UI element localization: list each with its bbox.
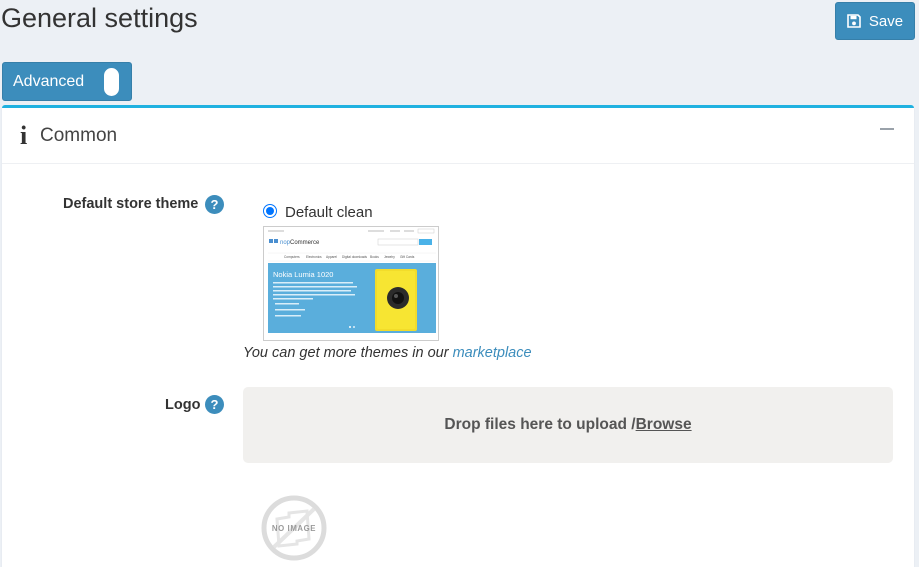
logo-dropzone[interactable]: Drop files here to upload / Browse bbox=[243, 387, 893, 463]
advanced-toggle[interactable]: Advanced bbox=[2, 62, 132, 101]
svg-text:Apparel: Apparel bbox=[326, 255, 337, 259]
svg-text:Gift Cards: Gift Cards bbox=[400, 255, 415, 259]
panel-header[interactable]: i Common bbox=[2, 108, 914, 164]
themes-note: You can get more themes in our marketpla… bbox=[243, 345, 532, 361]
question-icon[interactable]: ? bbox=[205, 195, 224, 214]
info-icon: i bbox=[20, 120, 28, 150]
themes-note-text: You can get more themes in our bbox=[243, 345, 453, 361]
svg-text:Electronics: Electronics bbox=[306, 255, 322, 259]
theme-radio-default-clean[interactable] bbox=[263, 204, 277, 218]
logo-label: Logo bbox=[165, 397, 201, 413]
preview-banner-title: Nokia Lumia 1020 bbox=[273, 270, 333, 279]
page-title: General settings bbox=[1, 3, 198, 33]
marketplace-link[interactable]: marketplace bbox=[453, 345, 532, 361]
minus-icon[interactable] bbox=[880, 128, 894, 130]
svg-text:Computers: Computers bbox=[284, 255, 300, 259]
floppy-disk-icon bbox=[847, 14, 861, 28]
browse-link[interactable]: Browse bbox=[636, 416, 692, 434]
no-image-text: NO IMAGE bbox=[272, 524, 316, 533]
save-button-label: Save bbox=[868, 12, 904, 30]
theme-option-label[interactable]: Default clean bbox=[285, 204, 373, 221]
save-button[interactable]: Save bbox=[835, 2, 915, 40]
question-icon[interactable]: ? bbox=[205, 395, 224, 414]
advanced-toggle-label: Advanced bbox=[13, 72, 85, 90]
no-image-icon: NO IMAGE bbox=[261, 495, 327, 561]
dropzone-text: Drop files here to upload / bbox=[444, 416, 636, 433]
svg-text:Jewelry: Jewelry bbox=[384, 255, 395, 259]
theme-preview-image: nopCommerce Computers Electronics Appare… bbox=[263, 226, 439, 341]
toggle-knob bbox=[104, 68, 119, 96]
common-panel: i Common Default store theme ? Default c… bbox=[2, 105, 914, 567]
panel-title: Common bbox=[40, 124, 118, 146]
preview-logo-text: nopCommerce bbox=[280, 240, 320, 246]
svg-text:Digital downloads: Digital downloads bbox=[342, 255, 367, 259]
svg-text:Books: Books bbox=[370, 255, 379, 259]
default-store-theme-label: Default store theme bbox=[63, 196, 199, 212]
